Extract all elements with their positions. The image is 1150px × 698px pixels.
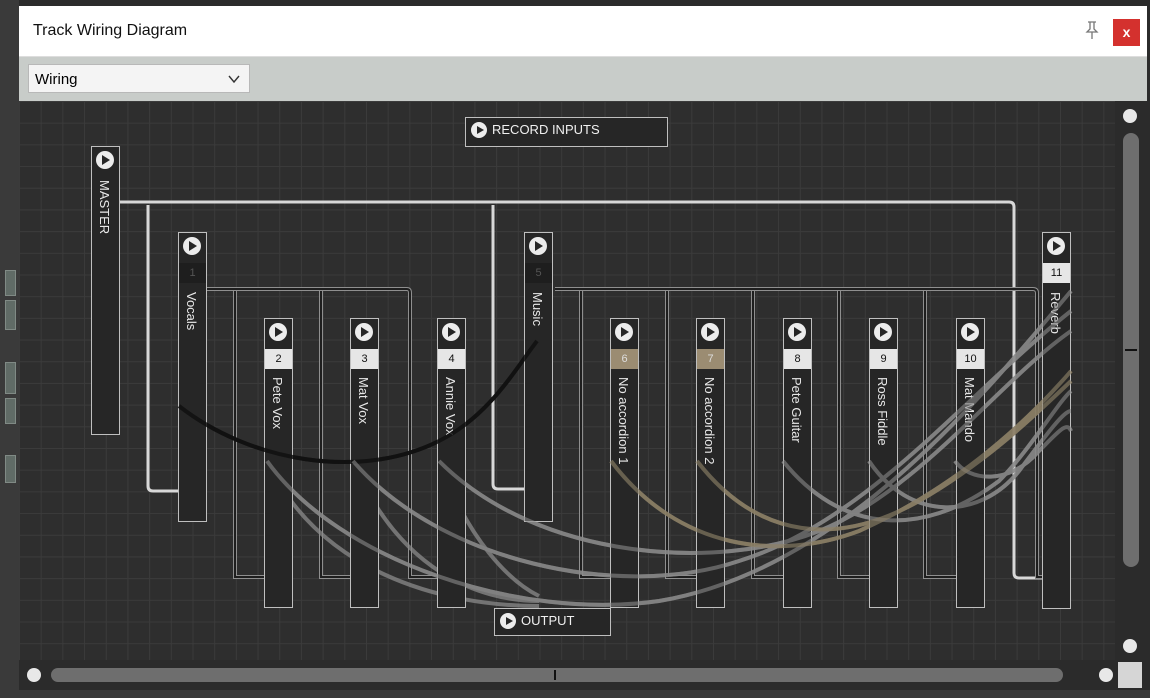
edge-marker (5, 455, 16, 483)
toolbar: Wiring (19, 57, 1147, 101)
scroll-left-button[interactable] (27, 668, 41, 682)
horizontal-scrollbar[interactable] (19, 660, 1115, 690)
horizontal-scroll-thumb[interactable] (554, 670, 556, 680)
edge-marker (5, 362, 16, 394)
scroll-up-button[interactable] (1123, 109, 1137, 123)
wiring-canvas[interactable]: RECORD INPUTS OUTPUT MASTER 1 Vocals 2 P… (19, 101, 1115, 660)
scroll-down-button[interactable] (1123, 639, 1137, 653)
wiring-overlay (177, 289, 1073, 607)
close-button[interactable]: x (1113, 19, 1140, 46)
edge-marker (5, 270, 16, 296)
resize-corner[interactable] (1118, 662, 1142, 688)
edge-marker (5, 300, 16, 330)
view-mode-select[interactable]: Wiring (28, 64, 250, 93)
edge-marker (5, 398, 16, 424)
track-wiring-window: Track Wiring Diagram x Wiring RECORD INP… (0, 0, 1150, 698)
horizontal-scroll-track[interactable] (51, 668, 1063, 682)
left-edge-strip (0, 0, 19, 698)
scroll-right-button[interactable] (1099, 668, 1113, 682)
chevron-down-icon (227, 72, 241, 86)
title-bar[interactable]: Track Wiring Diagram x (19, 6, 1147, 57)
view-mode-value: Wiring (35, 71, 78, 88)
window-title: Track Wiring Diagram (33, 22, 188, 39)
vertical-scroll-thumb[interactable] (1125, 349, 1137, 351)
vertical-scrollbar[interactable] (1115, 101, 1147, 660)
pin-icon[interactable] (1082, 20, 1102, 40)
bottom-edge-strip (0, 690, 1150, 698)
